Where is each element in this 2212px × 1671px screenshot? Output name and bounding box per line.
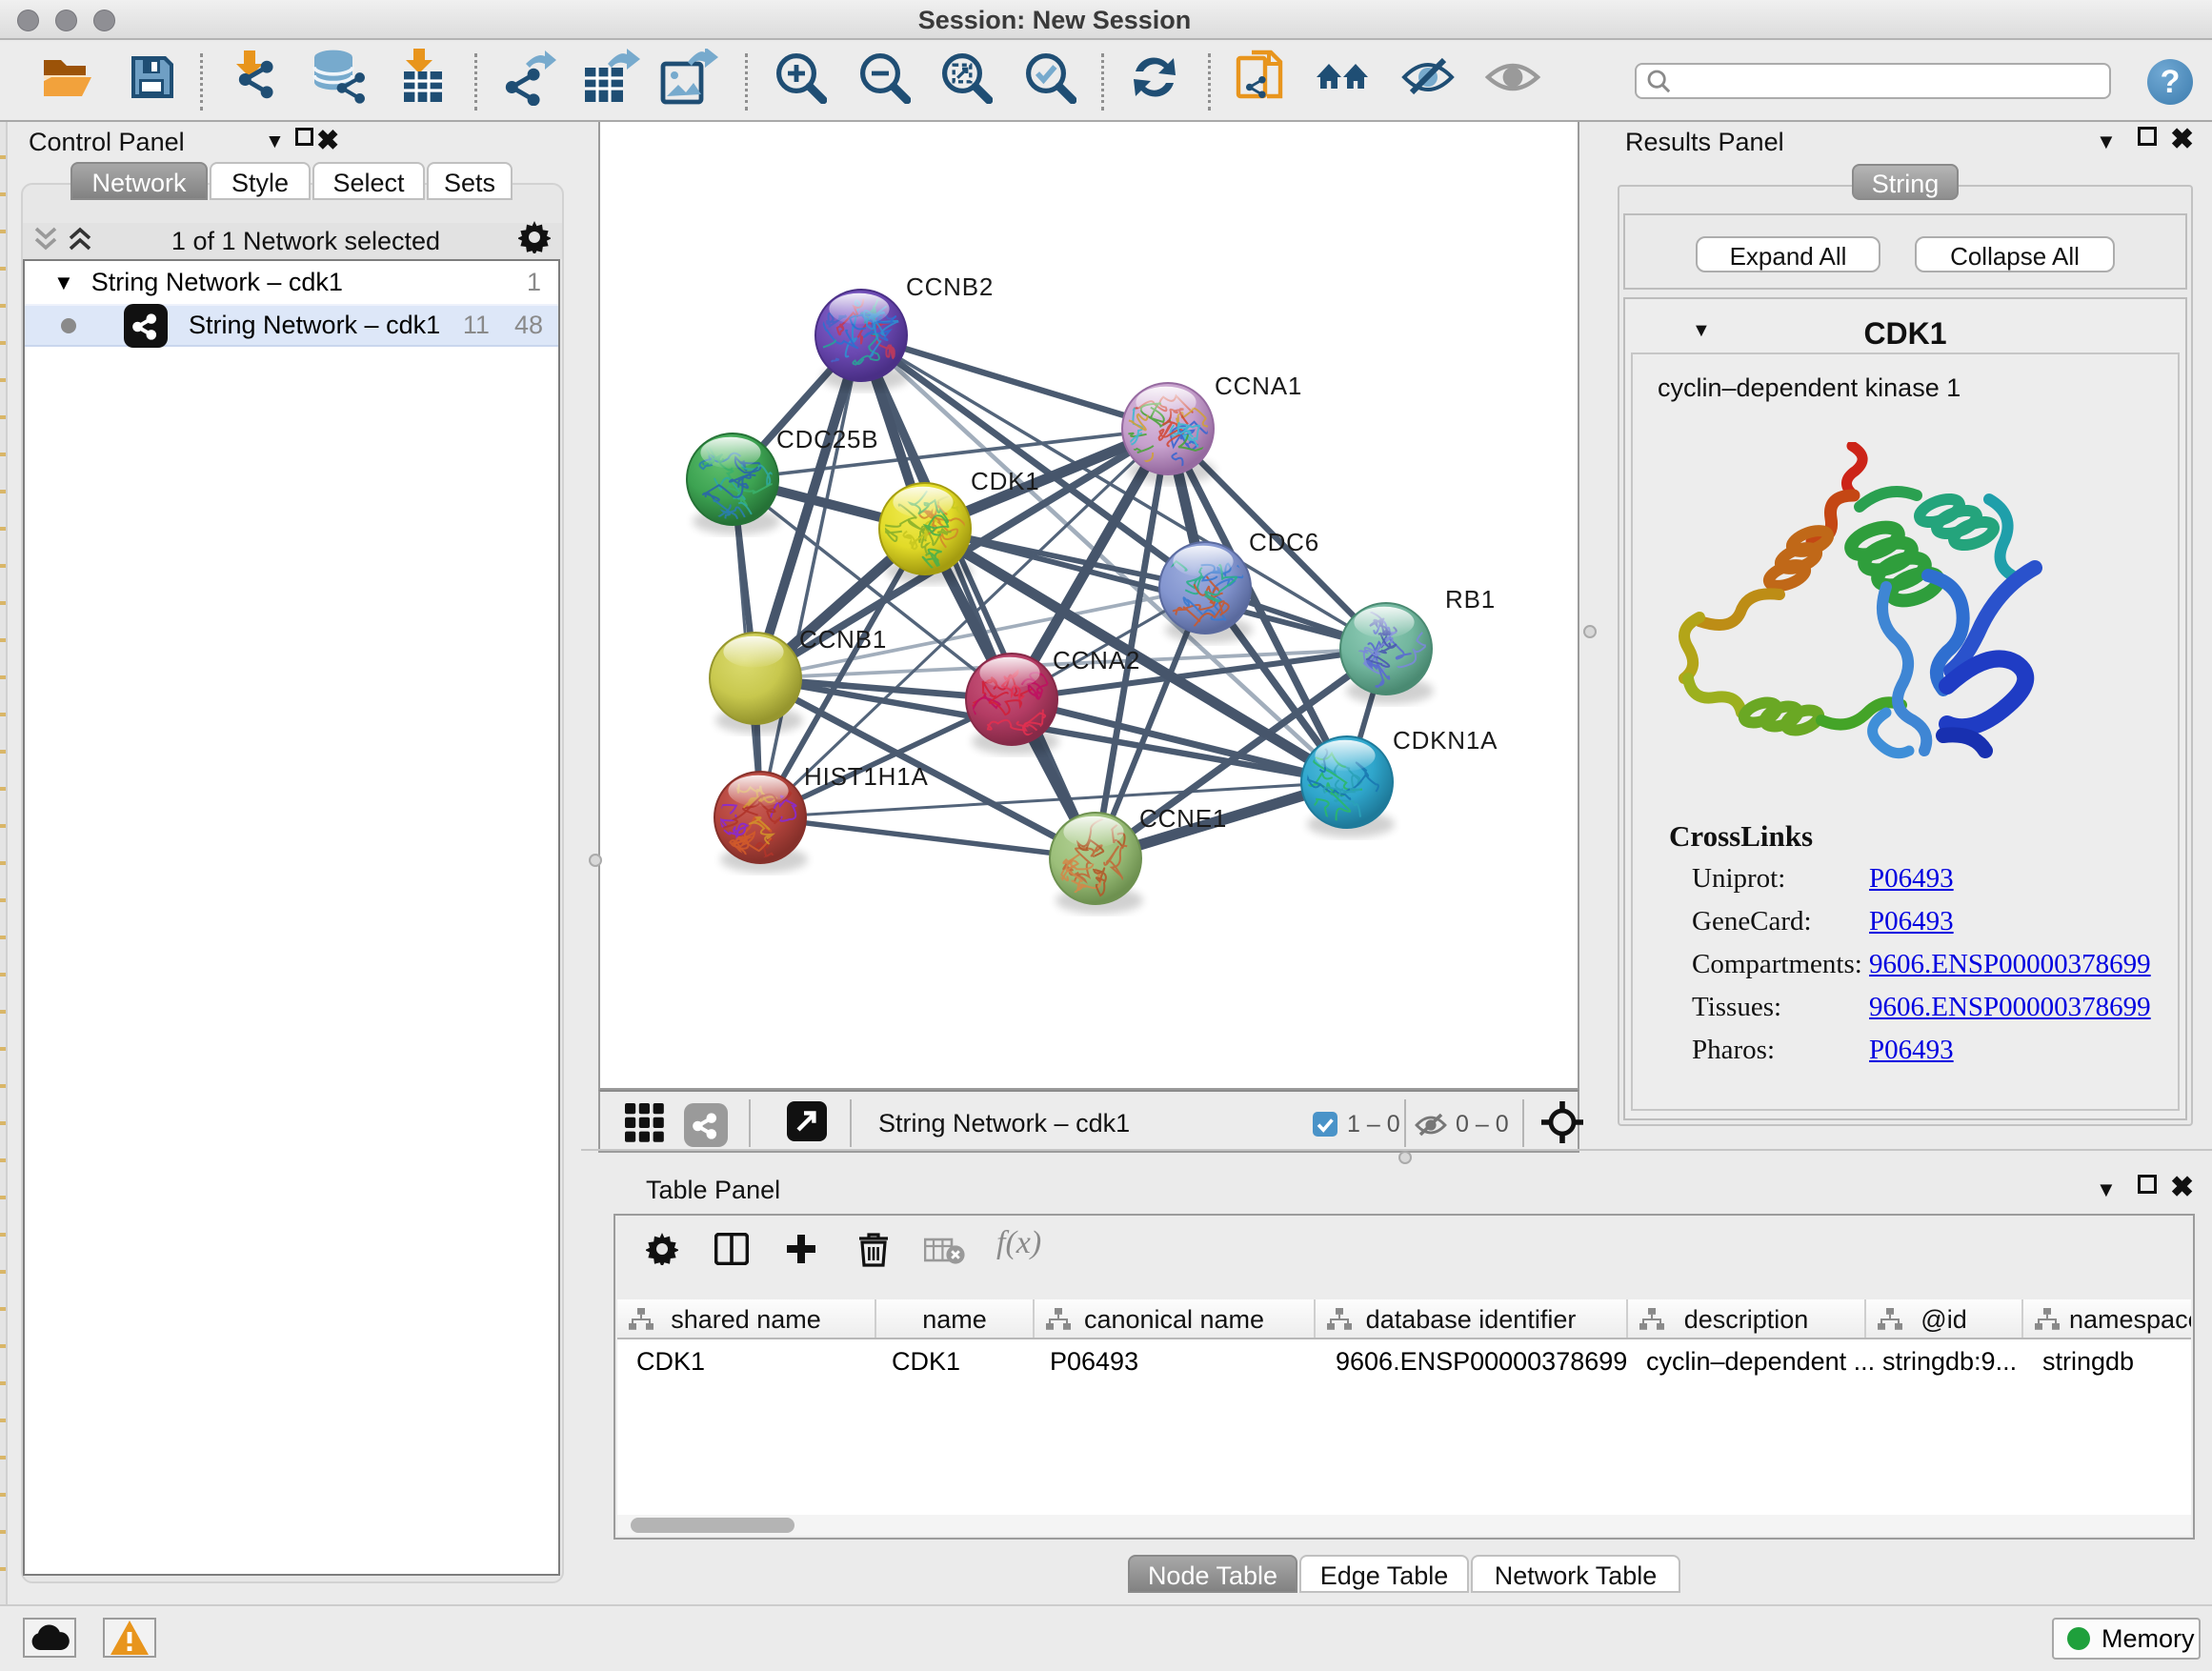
svg-text:CDK1: CDK1 [971,467,1040,495]
svg-text:CCNB1: CCNB1 [799,625,887,654]
svg-text:RB1: RB1 [1445,585,1496,614]
svg-text:CDC25B: CDC25B [776,425,878,453]
svg-text:CCNA1: CCNA1 [1215,372,1302,400]
svg-text:CCNE1: CCNE1 [1139,804,1227,833]
svg-text:CDKN1A: CDKN1A [1393,726,1498,755]
svg-text:HIST1H1A: HIST1H1A [804,762,929,791]
svg-text:CCNB2: CCNB2 [906,272,994,301]
svg-text:CDC6: CDC6 [1249,528,1319,556]
svg-text:CCNA2: CCNA2 [1053,646,1140,674]
